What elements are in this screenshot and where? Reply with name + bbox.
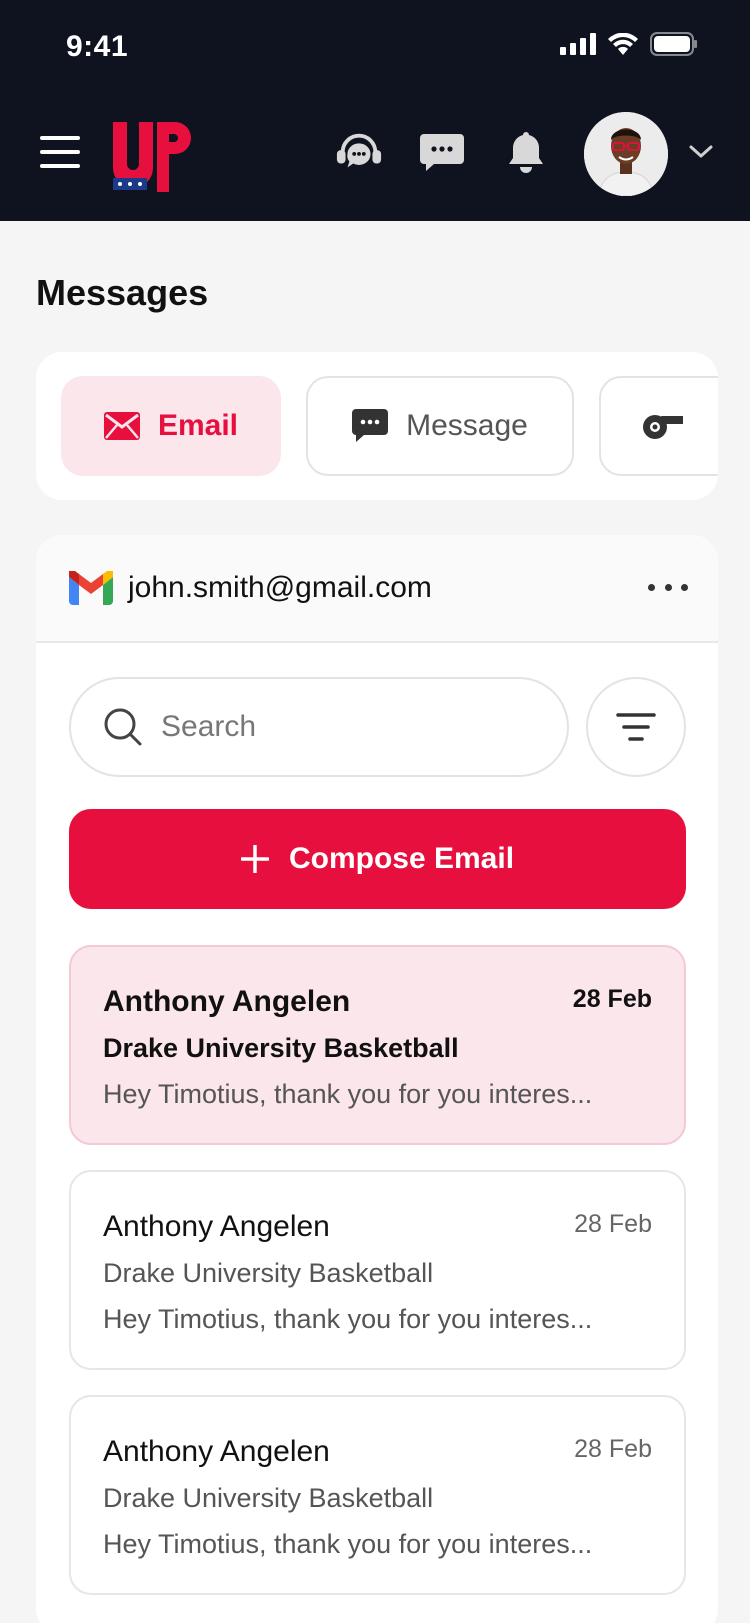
tab-coach[interactable]: C — [599, 376, 718, 476]
email-subject: Drake University Basketball — [103, 1258, 434, 1288]
email-subject: Drake University Basketball — [103, 1033, 459, 1063]
search-icon — [104, 708, 142, 746]
email-sender: Anthony Angelen — [103, 1435, 330, 1468]
whistle-icon — [643, 415, 683, 439]
status-time: 9:41 — [66, 30, 129, 63]
tab-email[interactable]: Email — [61, 376, 281, 476]
email-sender: Anthony Angelen — [103, 985, 351, 1018]
status-icons — [560, 32, 698, 56]
gmail-icon — [69, 571, 113, 605]
mail-panel: john.smith@gmail.com Search Compose Emai… — [36, 535, 718, 1623]
filter-button[interactable] — [586, 677, 686, 777]
email-list-item[interactable]: Anthony Angelen 28 Feb Drake University … — [69, 1170, 686, 1370]
account-row[interactable]: john.smith@gmail.com — [36, 535, 718, 643]
email-date: 28 Feb — [572, 985, 652, 1013]
page-title: Messages — [36, 272, 209, 313]
more-options-icon[interactable] — [648, 575, 688, 599]
tab-email-label: Email — [157, 409, 239, 442]
email-preview: Hey Timotius, thank you for you interes.… — [103, 1079, 593, 1109]
support-chat-icon[interactable] — [335, 128, 383, 176]
email-subject: Drake University Basketball — [103, 1483, 434, 1513]
email-list-item[interactable]: Anthony Angelen 28 Feb Drake University … — [69, 1395, 686, 1595]
email-date: 28 Feb — [574, 1435, 652, 1463]
compose-email-label: Compose Email — [288, 842, 515, 875]
battery-icon — [650, 32, 697, 56]
bell-icon[interactable] — [502, 128, 550, 176]
search-placeholder: Search — [161, 710, 257, 743]
app-logo[interactable] — [113, 116, 193, 192]
plus-icon — [240, 845, 269, 873]
wifi-icon — [608, 33, 638, 55]
email-preview: Hey Timotius, thank you for you interes.… — [103, 1304, 593, 1334]
account-email: john.smith@gmail.com — [128, 571, 432, 604]
search-input[interactable]: Search — [69, 677, 569, 777]
email-sender: Anthony Angelen — [103, 1210, 330, 1243]
chat-icon — [352, 409, 389, 442]
chevron-down-icon[interactable] — [688, 140, 714, 162]
menu-icon[interactable] — [40, 136, 80, 168]
envelope-icon — [103, 412, 140, 440]
email-date: 28 Feb — [574, 1210, 652, 1238]
channel-tabs: Email Message C — [36, 352, 718, 500]
email-preview: Hey Timotius, thank you for you interes.… — [103, 1529, 593, 1559]
email-list-item[interactable]: Anthony Angelen 28 Feb Drake University … — [69, 945, 686, 1145]
tab-message[interactable]: Message — [306, 376, 574, 476]
signal-icon — [560, 33, 596, 55]
compose-email-button[interactable]: Compose Email — [69, 809, 686, 909]
top-bar: 9:41 — [0, 0, 750, 221]
avatar[interactable] — [584, 112, 668, 196]
filter-icon — [616, 713, 656, 741]
tab-message-label: Message — [406, 409, 528, 442]
messages-icon[interactable] — [418, 128, 466, 176]
